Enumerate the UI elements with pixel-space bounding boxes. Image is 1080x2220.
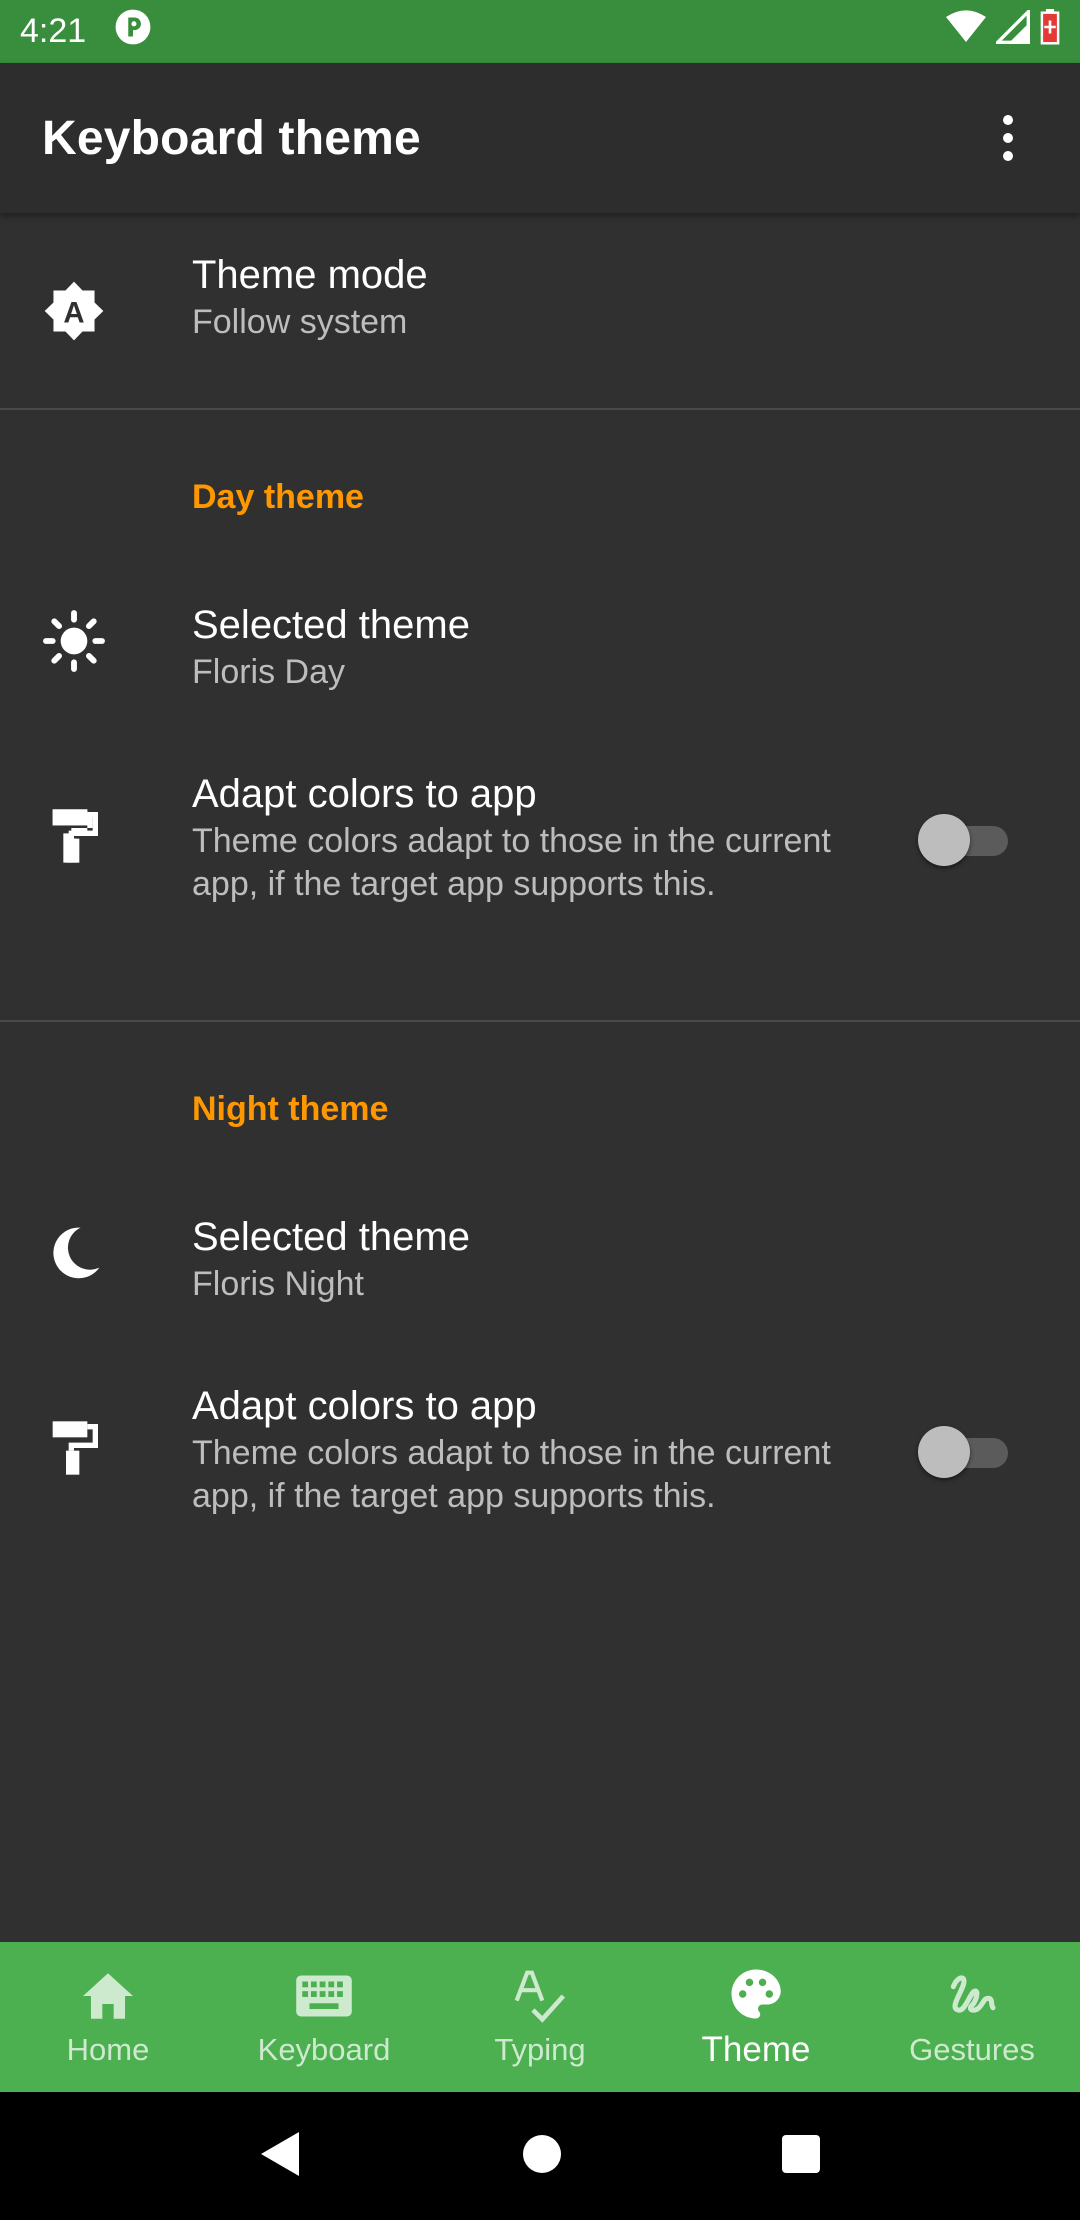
keyboard-icon <box>294 1966 354 2026</box>
battery-icon <box>1040 9 1060 54</box>
switch-thumb <box>918 814 970 866</box>
nav-typing[interactable]: Typing <box>432 1942 648 2092</box>
moon-icon <box>42 1221 106 1285</box>
nav-gestures[interactable]: Gestures <box>864 1942 1080 2092</box>
day-adapt-colors-summary: Theme colors adapt to those in the curre… <box>192 822 831 903</box>
nav-theme[interactable]: Theme <box>648 1942 864 2092</box>
spellcheck-icon <box>510 1966 570 2026</box>
nav-typing-label: Typing <box>494 2032 586 2067</box>
signal-icon <box>993 7 1030 53</box>
svg-text:A: A <box>63 296 84 329</box>
nav-gestures-label: Gestures <box>909 2032 1035 2067</box>
home-icon <box>78 1966 138 2026</box>
back-button[interactable] <box>259 2130 303 2183</box>
day-adapt-colors-switch[interactable] <box>918 812 1010 866</box>
switch-thumb <box>918 1426 970 1478</box>
more-vert-icon <box>1003 115 1013 161</box>
day-selected-theme-preference[interactable]: Selected theme Floris Day <box>0 543 1080 738</box>
theme-mode-preference[interactable]: A Theme mode Follow system <box>0 213 1080 409</box>
night-selected-theme-preference[interactable]: Selected theme Floris Night <box>0 1155 1080 1350</box>
theme-mode-title: Theme mode <box>192 253 428 297</box>
more-options-button[interactable] <box>978 108 1038 168</box>
back-icon <box>261 2131 300 2176</box>
app-bar: Keyboard theme <box>0 63 1080 213</box>
nav-home[interactable]: Home <box>0 1942 216 2092</box>
wifi-icon <box>946 10 986 53</box>
nav-keyboard-label: Keyboard <box>257 2032 391 2067</box>
page-title: Keyboard theme <box>42 111 421 165</box>
format-paint-icon <box>42 804 106 868</box>
nav-home-label: Home <box>66 2032 150 2067</box>
brightness-auto-icon: A <box>42 279 106 343</box>
recents-icon <box>781 2134 820 2173</box>
gesture-icon <box>942 1966 1002 2026</box>
palette-icon <box>726 1964 786 2024</box>
home-button[interactable] <box>522 2134 562 2179</box>
night-adapt-colors-title: Adapt colors to app <box>192 1384 537 1428</box>
night-adapt-colors-preference[interactable]: Adapt colors to app Theme colors adapt t… <box>0 1350 1080 1545</box>
night-adapt-colors-switch[interactable] <box>918 1424 1010 1478</box>
night-selected-theme-summary: Floris Night <box>192 1265 364 1303</box>
bottom-navigation: Home Keyboard Typing Theme Gestures <box>0 1942 1080 2092</box>
app-notification-icon <box>114 8 152 55</box>
status-bar: 4:21 <box>0 0 1080 63</box>
day-theme-category: Day theme <box>192 478 364 516</box>
day-selected-theme-summary: Floris Day <box>192 653 346 691</box>
sun-icon <box>42 609 106 673</box>
day-adapt-colors-preference[interactable]: Adapt colors to app Theme colors adapt t… <box>0 738 1080 933</box>
night-adapt-colors-summary: Theme colors adapt to those in the curre… <box>192 1434 831 1515</box>
nav-theme-label: Theme <box>701 2030 811 2069</box>
theme-mode-summary: Follow system <box>192 303 408 341</box>
divider <box>0 1020 1080 1022</box>
day-adapt-colors-title: Adapt colors to app <box>192 772 537 816</box>
nav-keyboard[interactable]: Keyboard <box>216 1942 432 2092</box>
night-theme-category: Night theme <box>192 1090 389 1128</box>
divider <box>0 408 1080 410</box>
day-selected-theme-title: Selected theme <box>192 603 470 647</box>
format-paint-icon <box>42 1416 106 1480</box>
night-selected-theme-title: Selected theme <box>192 1215 470 1259</box>
system-navigation-bar <box>0 2092 1080 2220</box>
home-circle-icon <box>522 2134 561 2173</box>
status-time: 4:21 <box>20 12 87 50</box>
recents-button[interactable] <box>781 2134 821 2179</box>
